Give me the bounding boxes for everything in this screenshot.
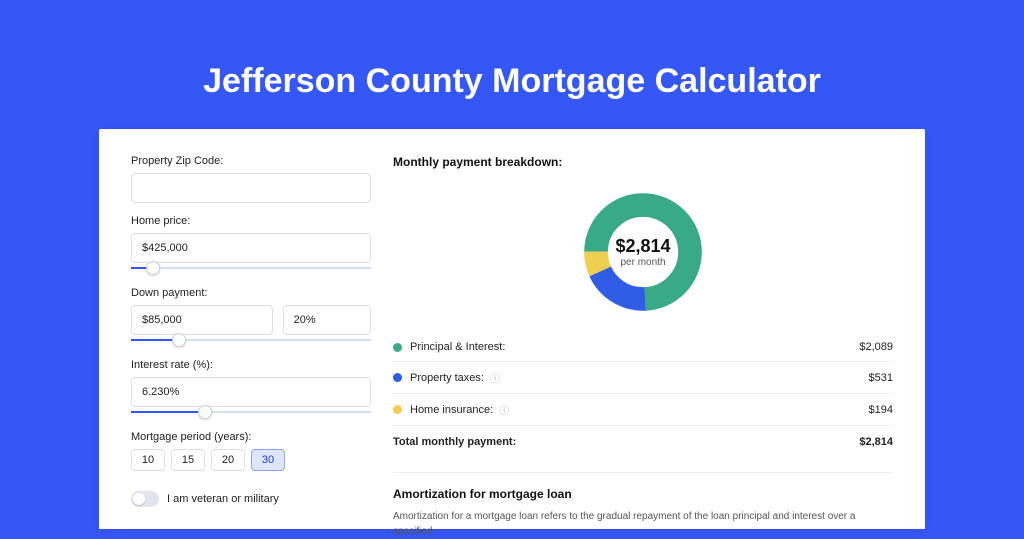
legend-row-total: Total monthly payment: $2,814 <box>393 425 893 456</box>
price-input[interactable] <box>131 233 371 263</box>
rate-label: Interest rate (%): <box>131 359 371 371</box>
breakdown-title: Monthly payment breakdown: <box>393 155 893 169</box>
legend-name-taxes: Property taxes: <box>410 372 484 384</box>
inputs-column: Property Zip Code: Home price: Down paym… <box>131 155 371 529</box>
legend: Principal & Interest: $2,089 Property ta… <box>393 333 893 456</box>
period-buttons: 10 15 20 30 <box>131 449 371 471</box>
legend-amount-principal: $2,089 <box>859 341 893 353</box>
info-icon[interactable]: ⓘ <box>490 370 500 385</box>
zip-input[interactable] <box>131 173 371 203</box>
donut-value: $2,814 <box>615 236 670 257</box>
veteran-toggle[interactable] <box>131 491 159 507</box>
rate-slider-thumb[interactable] <box>198 405 212 419</box>
rate-slider[interactable] <box>131 405 371 419</box>
period-10-button[interactable]: 10 <box>131 449 165 471</box>
dot-icon <box>393 343 402 352</box>
legend-amount-taxes: $531 <box>869 372 893 384</box>
legend-amount-insurance: $194 <box>869 404 893 416</box>
amort-title: Amortization for mortgage loan <box>393 487 893 501</box>
page-title: Jefferson County Mortgage Calculator <box>0 0 1024 129</box>
legend-name-total: Total monthly payment: <box>393 436 516 448</box>
down-slider[interactable] <box>131 333 371 347</box>
legend-name-insurance: Home insurance: <box>410 404 493 416</box>
dot-icon <box>393 373 402 382</box>
info-icon[interactable]: ⓘ <box>499 402 509 417</box>
down-label: Down payment: <box>131 287 371 299</box>
breakdown-column: Monthly payment breakdown: $2,814 per mo… <box>393 155 893 529</box>
period-15-button[interactable]: 15 <box>171 449 205 471</box>
amort-text: Amortization for a mortgage loan refers … <box>393 509 893 539</box>
dot-icon <box>393 405 402 414</box>
period-30-button[interactable]: 30 <box>251 449 285 471</box>
divider <box>393 472 893 473</box>
veteran-label: I am veteran or military <box>167 493 279 505</box>
period-label: Mortgage period (years): <box>131 431 371 443</box>
rate-input[interactable] <box>131 377 371 407</box>
legend-row-insurance: Home insurance: ⓘ $194 <box>393 394 893 425</box>
legend-name-principal: Principal & Interest: <box>410 341 505 353</box>
zip-label: Property Zip Code: <box>131 155 371 167</box>
donut-sub: per month <box>615 257 670 268</box>
payment-donut: $2,814 per month <box>393 177 893 327</box>
down-slider-thumb[interactable] <box>172 333 186 347</box>
price-slider-thumb[interactable] <box>146 261 160 275</box>
price-label: Home price: <box>131 215 371 227</box>
legend-row-taxes: Property taxes: ⓘ $531 <box>393 362 893 394</box>
down-amount-input[interactable] <box>131 305 273 335</box>
legend-amount-total: $2,814 <box>859 436 893 448</box>
toggle-knob <box>133 493 145 505</box>
down-pct-input[interactable] <box>283 305 371 335</box>
period-20-button[interactable]: 20 <box>211 449 245 471</box>
price-slider[interactable] <box>131 261 371 275</box>
legend-row-principal: Principal & Interest: $2,089 <box>393 333 893 362</box>
calculator-card: Property Zip Code: Home price: Down paym… <box>99 129 925 529</box>
